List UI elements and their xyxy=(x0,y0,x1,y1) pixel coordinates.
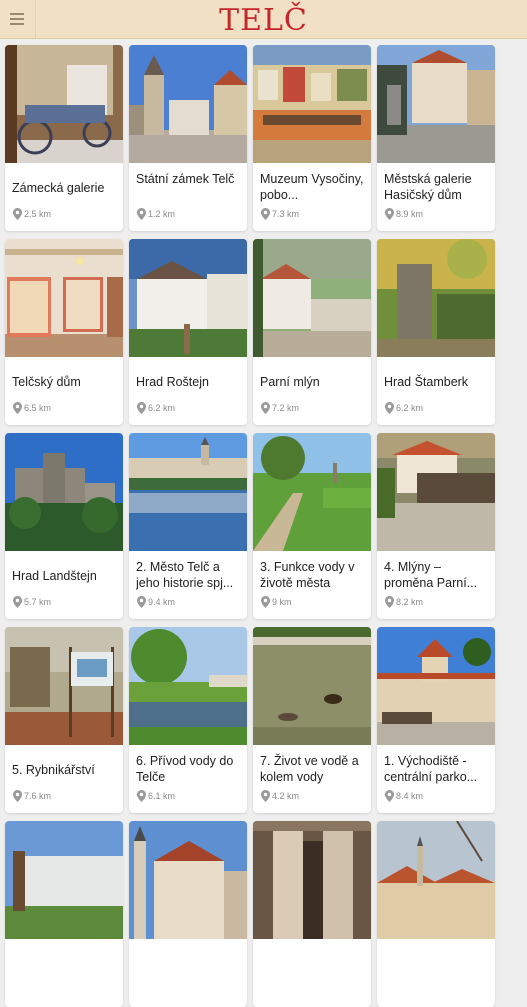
place-card[interactable]: 2. Město Telč a jeho historie spj... 9.4 … xyxy=(129,433,247,619)
place-card[interactable]: 3. Funkce vody v životě města 9 km xyxy=(253,433,371,619)
location-pin-icon xyxy=(385,208,394,220)
place-title: 3. Funkce vody v životě města xyxy=(260,560,355,590)
place-title: Parní mlýn xyxy=(260,375,320,389)
place-photo[interactable] xyxy=(5,433,123,551)
location-pin-icon xyxy=(261,402,270,414)
location-pin-icon xyxy=(385,596,394,608)
place-photo[interactable] xyxy=(253,627,371,745)
location-pin-icon xyxy=(261,596,270,608)
place-title: 5. Rybnikářství xyxy=(12,763,95,777)
place-title: Muzeum Vysočiny, pobo... xyxy=(260,172,364,202)
location-pin-icon xyxy=(385,402,394,414)
distance-value: 6.2 km xyxy=(148,403,176,413)
place-photo[interactable] xyxy=(129,433,247,551)
place-card[interactable]: 1. Východiště - centrální parko... 8.4 km xyxy=(377,627,495,813)
location-pin-icon xyxy=(137,596,146,608)
location-pin-icon xyxy=(13,596,22,608)
distance-value: 8.2 km xyxy=(396,597,424,607)
place-card[interactable]: Muzeum Vysočiny, pobo... 7.3 km xyxy=(253,45,371,231)
location-pin-icon xyxy=(137,402,146,414)
place-photo[interactable] xyxy=(5,821,123,939)
place-card[interactable]: Městská galerie Hasičský dům 8.9 km xyxy=(377,45,495,231)
place-card[interactable]: Parní mlýn 7.2 km xyxy=(253,239,371,425)
place-photo[interactable] xyxy=(377,45,495,163)
place-card[interactable]: Hrad Štamberk 6.2 km xyxy=(377,239,495,425)
place-photo[interactable] xyxy=(377,239,495,357)
distance-value: 7.6 km xyxy=(24,791,52,801)
location-pin-icon xyxy=(261,208,270,220)
place-title: Telčský dům xyxy=(12,375,81,389)
place-card[interactable]: Zámecká galerie 2.5 km xyxy=(5,45,123,231)
place-title: Hrad Roštejn xyxy=(136,375,209,389)
distance-value: 2.5 km xyxy=(24,209,52,219)
place-title: 2. Město Telč a jeho historie spj... xyxy=(136,560,234,590)
place-title: Zámecká galerie xyxy=(12,181,105,195)
place-card[interactable]: 7. Život ve vodě a kolem vody 4.2 km xyxy=(253,627,371,813)
place-photo[interactable] xyxy=(5,45,123,163)
location-pin-icon xyxy=(137,208,146,220)
place-title: 4. Mlýny – proměna Parní... xyxy=(384,560,478,590)
distance-value: 9.4 km xyxy=(148,597,176,607)
distance-value: 6.1 km xyxy=(148,791,176,801)
distance-value: 6.2 km xyxy=(396,403,424,413)
place-card[interactable]: 5. Rybnikářství 7.6 km xyxy=(5,627,123,813)
distance-value: 1.2 km xyxy=(148,209,176,219)
distance-value: 6.5 km xyxy=(24,403,52,413)
place-photo[interactable] xyxy=(129,239,247,357)
place-photo[interactable] xyxy=(253,239,371,357)
app-title: TELČ xyxy=(219,3,308,38)
location-pin-icon xyxy=(137,790,146,802)
place-card[interactable] xyxy=(5,821,123,1007)
place-title: Hrad Štamberk xyxy=(384,375,469,389)
app-bar: TELČ xyxy=(0,0,527,39)
distance-value: 9 km xyxy=(272,597,292,607)
place-photo[interactable] xyxy=(253,821,371,939)
place-photo[interactable] xyxy=(253,45,371,163)
place-card[interactable]: 4. Mlýny – proměna Parní... 8.2 km xyxy=(377,433,495,619)
place-card[interactable]: 6. Přívod vody do Telče 6.1 km xyxy=(129,627,247,813)
place-photo[interactable] xyxy=(129,627,247,745)
place-photo[interactable] xyxy=(377,821,495,939)
place-photo[interactable] xyxy=(129,821,247,939)
place-photo[interactable] xyxy=(253,433,371,551)
place-title: 7. Život ve vodě a kolem vody xyxy=(260,754,359,784)
place-title: 6. Přívod vody do Telče xyxy=(136,754,234,784)
place-photo[interactable] xyxy=(5,627,123,745)
location-pin-icon xyxy=(13,790,22,802)
place-title: Městská galerie Hasičský dům xyxy=(384,172,472,202)
distance-value: 4.2 km xyxy=(272,791,300,801)
location-pin-icon xyxy=(261,790,270,802)
place-title: Státní zámek Telč xyxy=(136,172,235,186)
place-photo[interactable] xyxy=(377,433,495,551)
location-pin-icon xyxy=(13,208,22,220)
place-photo[interactable] xyxy=(129,45,247,163)
distance-value: 8.4 km xyxy=(396,791,424,801)
place-card[interactable]: Hrad Landštejn 5.7 km xyxy=(5,433,123,619)
place-card[interactable]: Telčský dům 6.5 km xyxy=(5,239,123,425)
place-photo[interactable] xyxy=(5,239,123,357)
distance-value: 8.9 km xyxy=(396,209,424,219)
distance-value: 7.3 km xyxy=(272,209,300,219)
place-card[interactable] xyxy=(129,821,247,1007)
place-card[interactable] xyxy=(253,821,371,1007)
place-photo[interactable] xyxy=(377,627,495,745)
distance-value: 5.7 km xyxy=(24,597,52,607)
place-card[interactable]: Státní zámek Telč 1.2 km xyxy=(129,45,247,231)
distance-value: 7.2 km xyxy=(272,403,300,413)
place-title: Hrad Landštejn xyxy=(12,569,97,583)
place-card[interactable] xyxy=(377,821,495,1007)
location-pin-icon xyxy=(13,402,22,414)
location-pin-icon xyxy=(385,790,394,802)
place-card[interactable]: Hrad Roštejn 6.2 km xyxy=(129,239,247,425)
place-title: 1. Východiště - centrální parko... xyxy=(384,754,478,784)
